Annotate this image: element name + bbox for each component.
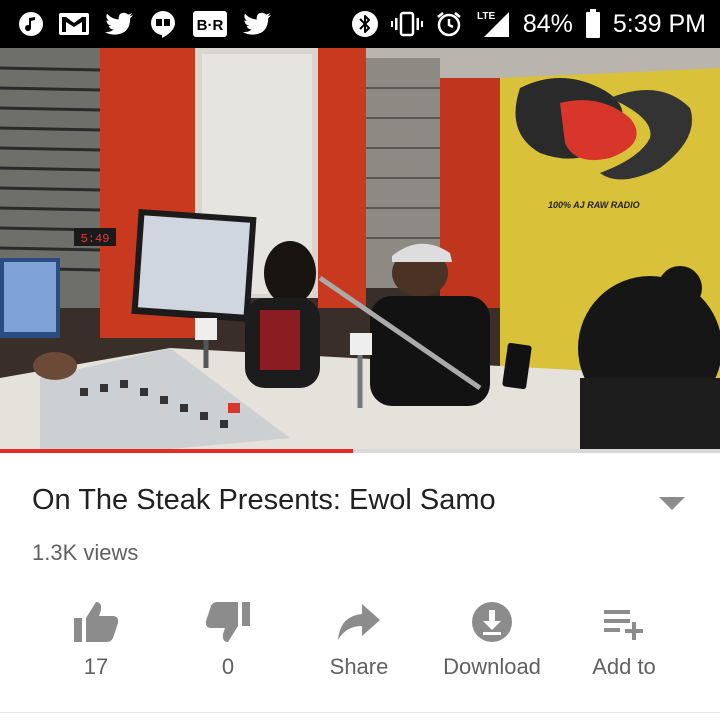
hangouts-icon [148, 9, 178, 39]
bleacher-report-text: B·R [197, 17, 224, 34]
share-label: Share [329, 654, 389, 679]
download-button[interactable]: Download [427, 592, 557, 692]
video-frame: 100% AJ RAW RADIO 5:49 [0, 48, 720, 450]
download-label: Download [443, 654, 541, 679]
battery-percent: 84% [522, 9, 573, 38]
like-button[interactable]: 17 [31, 592, 161, 692]
add-to-playlist-icon [604, 610, 643, 640]
thumbs-up-icon [74, 602, 119, 642]
view-count: 1.3K views [32, 540, 139, 565]
share-button[interactable]: Share [294, 592, 424, 692]
video-player[interactable]: 100% AJ RAW RADIO 5:49 [0, 48, 720, 450]
status-bar: B·R LTE 84% 5:39 PM [0, 0, 720, 48]
studio-clock-readout: 5:49 [81, 232, 110, 246]
network-label: LTE [477, 11, 495, 22]
system-status: LTE 84% 5:39 PM [351, 9, 720, 39]
add-to-button[interactable]: Add to [559, 592, 689, 692]
twitter-icon [104, 12, 134, 36]
dislike-button[interactable]: 0 [163, 592, 293, 692]
battery-icon [585, 9, 601, 39]
bleacher-report-icon: B·R [192, 10, 228, 38]
chevron-down-icon [659, 497, 685, 510]
music-note-icon [18, 11, 44, 37]
like-count: 17 [83, 654, 109, 679]
add-to-label: Add to [592, 654, 656, 679]
bluetooth-icon [351, 10, 379, 38]
video-title: On The Steak Presents: Ewol Samo [32, 484, 496, 516]
lte-signal-icon: LTE [475, 9, 511, 39]
vibrate-icon [390, 10, 423, 38]
clock: 5:39 PM [612, 9, 706, 38]
share-icon [338, 604, 380, 640]
alarm-icon [435, 10, 463, 38]
divider [0, 712, 720, 713]
gmail-icon [58, 12, 90, 36]
action-bar: 17 0 Share Download Add to [0, 592, 720, 692]
download-icon [472, 602, 512, 642]
thumbs-down-icon [205, 602, 250, 642]
twitter-icon [242, 12, 272, 36]
video-progress-bar[interactable] [0, 449, 720, 453]
dislike-count: 0 [221, 654, 235, 679]
video-progress-fill [0, 449, 353, 453]
notification-icons: B·R [0, 9, 272, 39]
logo-caption: 100% AJ RAW RADIO [548, 200, 640, 210]
expand-details-button[interactable] [657, 494, 687, 514]
